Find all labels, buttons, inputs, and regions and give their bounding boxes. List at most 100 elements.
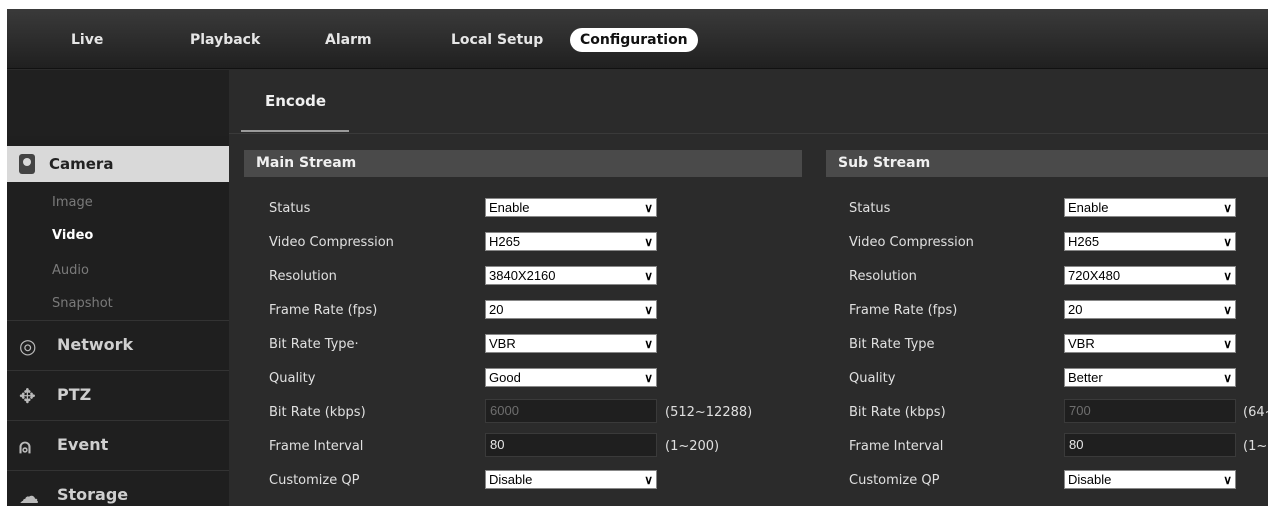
tab-underline (241, 130, 349, 132)
sub-frame-interval-range: (1~ (1243, 439, 1268, 454)
main-compression-select[interactable]: H265 ∨ (485, 232, 657, 251)
sub-frame-rate-select[interactable]: 20 ∨ (1064, 300, 1236, 319)
tab-playback[interactable]: Playback (190, 28, 260, 52)
tab-encode[interactable]: Encode (265, 70, 326, 132)
select-value: Enable (489, 200, 530, 215)
main-quality-select[interactable]: Good ∨ (485, 368, 657, 387)
main-bit-rate-type-label: Bit Rate Type· (269, 337, 359, 352)
sidebar-item-network[interactable]: ◎ Network (7, 320, 229, 370)
sidebar-sub-audio[interactable]: Audio (52, 263, 89, 278)
sidebar-item-label: Event (57, 435, 109, 454)
chevron-down-icon: ∨ (644, 371, 653, 385)
sub-compression-label: Video Compression (849, 235, 974, 250)
main-bit-rate-type-select[interactable]: VBR ∨ (485, 334, 657, 353)
sidebar-item-storage[interactable]: ☁ Storage (7, 470, 229, 506)
sidebar-header (7, 70, 229, 136)
app-window: Live Playback Alarm Local Setup Configur… (7, 9, 1268, 506)
chevron-down-icon: ∨ (1223, 235, 1232, 249)
select-value: Better (1068, 370, 1103, 385)
sub-bit-rate-type-label: Bit Rate Type (849, 337, 935, 352)
ptz-icon: ✥ (19, 384, 36, 408)
tab-configuration[interactable]: Configuration (570, 28, 698, 52)
main-frame-interval-range: (1~200) (665, 439, 720, 454)
sub-frame-interval-label: Frame Interval (849, 439, 944, 454)
main-customize-qp-label: Customize QP (269, 473, 360, 488)
sub-bit-rate-range: (64~ (1243, 405, 1268, 420)
camera-icon (19, 154, 35, 174)
select-value: 20 (1068, 302, 1083, 317)
select-value: 3840X2160 (489, 268, 556, 283)
select-value: Disable (489, 472, 533, 487)
sidebar: Camera Image Video Audio Snapshot ◎ Netw… (7, 70, 245, 506)
sub-customize-qp-select[interactable]: Disable ∨ (1064, 470, 1236, 489)
main-resolution-select[interactable]: 3840X2160 ∨ (485, 266, 657, 285)
sub-bit-rate-input[interactable]: 700 (1064, 399, 1236, 423)
sub-compression-select[interactable]: H265 ∨ (1064, 232, 1236, 251)
tab-local-setup[interactable]: Local Setup (451, 28, 543, 52)
top-nav: Live Playback Alarm Local Setup Configur… (7, 9, 1268, 69)
tab-live[interactable]: Live (71, 28, 103, 52)
chevron-down-icon: ∨ (644, 303, 653, 317)
chevron-down-icon: ∨ (644, 201, 653, 215)
sub-frame-interval-input[interactable]: 80 (1064, 433, 1236, 457)
select-value: Good (489, 370, 521, 385)
sidebar-item-label: Network (57, 335, 134, 354)
sidebar-item-event[interactable]: ⍝ Event (7, 420, 229, 470)
sub-status-select[interactable]: Enable ∨ (1064, 198, 1236, 217)
sub-bit-rate-label: Bit Rate (kbps) (849, 405, 946, 420)
network-icon: ◎ (19, 334, 37, 358)
sub-resolution-select[interactable]: 720X480 ∨ (1064, 266, 1236, 285)
select-value: Enable (1068, 200, 1109, 215)
chevron-down-icon: ∨ (1223, 337, 1232, 351)
main-status-label: Status (269, 201, 311, 216)
main-customize-qp-select[interactable]: Disable ∨ (485, 470, 657, 489)
chevron-down-icon: ∨ (644, 473, 653, 487)
sidebar-item-ptz[interactable]: ✥ PTZ (7, 370, 229, 420)
sidebar-item-label: PTZ (57, 385, 92, 404)
sub-stream-header: Sub Stream (826, 150, 1268, 177)
chevron-down-icon: ∨ (1223, 371, 1232, 385)
content-area: Encode Main Stream Status Enable ∨ Video … (229, 70, 1268, 506)
sidebar-sub-video[interactable]: Video (52, 228, 93, 243)
sidebar-item-label: Camera (49, 155, 114, 173)
select-value: Disable (1068, 472, 1112, 487)
sub-frame-rate-label: Frame Rate (fps) (849, 303, 958, 318)
sidebar-sub-snapshot[interactable]: Snapshot (52, 296, 113, 311)
sub-quality-label: Quality (849, 371, 896, 386)
select-value: H265 (489, 234, 521, 249)
select-value: VBR (1068, 336, 1095, 351)
chevron-down-icon: ∨ (644, 269, 653, 283)
main-quality-label: Quality (269, 371, 316, 386)
chevron-down-icon: ∨ (1223, 269, 1232, 283)
select-value: VBR (489, 336, 516, 351)
select-value: 720X480 (1068, 268, 1121, 283)
chevron-down-icon: ∨ (1223, 303, 1232, 317)
select-value: 20 (489, 302, 504, 317)
chevron-down-icon: ∨ (644, 337, 653, 351)
main-resolution-label: Resolution (269, 269, 337, 284)
sub-quality-select[interactable]: Better ∨ (1064, 368, 1236, 387)
main-stream-header: Main Stream (244, 150, 802, 177)
main-frame-interval-label: Frame Interval (269, 439, 364, 454)
sidebar-sub-image[interactable]: Image (52, 195, 93, 210)
divider (229, 133, 1268, 134)
chevron-down-icon: ∨ (1223, 201, 1232, 215)
main-frame-interval-input[interactable]: 80 (485, 433, 657, 457)
sub-customize-qp-label: Customize QP (849, 473, 940, 488)
main-bit-rate-label: Bit Rate (kbps) (269, 405, 366, 420)
sub-status-label: Status (849, 201, 891, 216)
main-frame-rate-select[interactable]: 20 ∨ (485, 300, 657, 319)
main-bit-rate-input[interactable]: 6000 (485, 399, 657, 423)
select-value: H265 (1068, 234, 1100, 249)
sub-bit-rate-type-select[interactable]: VBR ∨ (1064, 334, 1236, 353)
chevron-down-icon: ∨ (1223, 473, 1232, 487)
main-status-select[interactable]: Enable ∨ (485, 198, 657, 217)
main-compression-label: Video Compression (269, 235, 394, 250)
sidebar-item-label: Storage (57, 485, 129, 504)
main-bit-rate-range: (512~12288) (665, 405, 753, 420)
storage-icon: ☁ (19, 484, 39, 506)
sub-resolution-label: Resolution (849, 269, 917, 284)
chevron-down-icon: ∨ (644, 235, 653, 249)
sidebar-item-camera[interactable]: Camera (7, 146, 245, 182)
tab-alarm[interactable]: Alarm (325, 28, 372, 52)
